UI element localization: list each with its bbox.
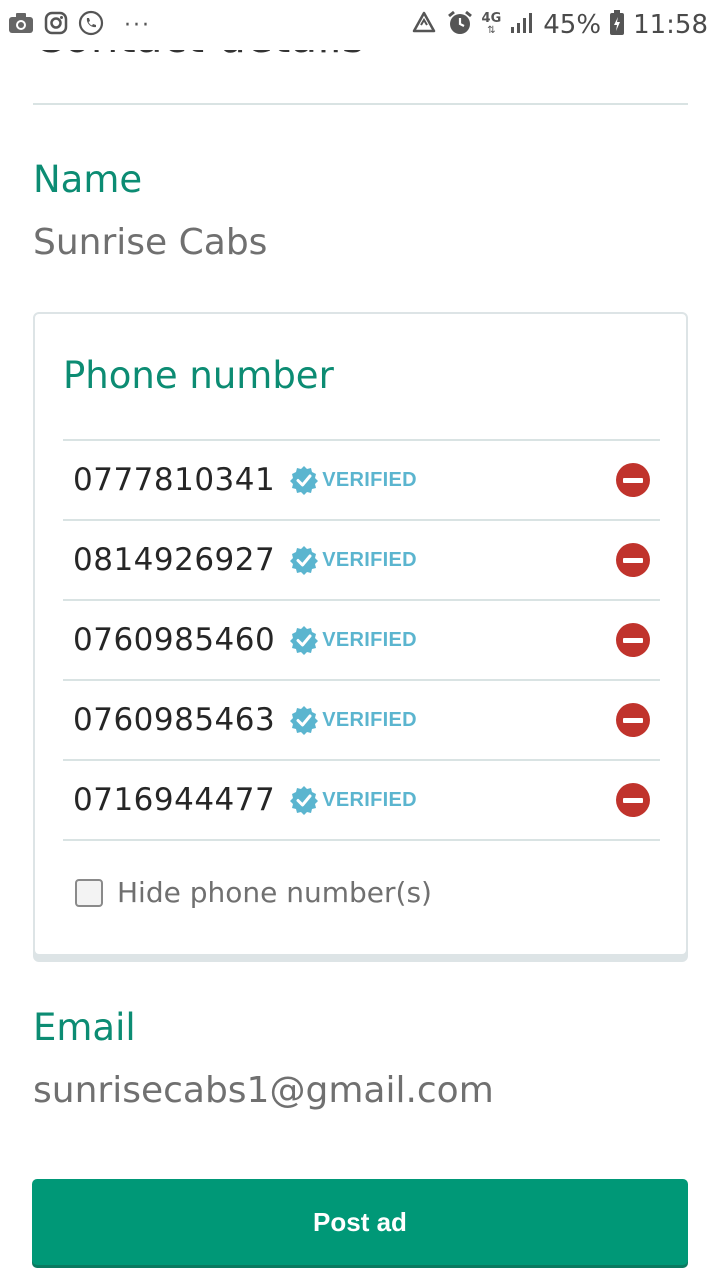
phone-row: 0777810341 VERIFIED xyxy=(63,441,660,521)
minus-icon xyxy=(623,797,643,803)
verified-label: VERIFIED xyxy=(322,628,417,651)
verified-check-icon xyxy=(290,706,319,735)
verified-check-icon xyxy=(290,466,319,495)
name-label: Name xyxy=(33,158,143,201)
verified-label: VERIFIED xyxy=(322,468,417,491)
hide-phone-label: Hide phone number(s) xyxy=(117,876,432,909)
name-value: Sunrise Cabs xyxy=(33,222,268,263)
minus-icon xyxy=(623,717,643,723)
email-label: Email xyxy=(33,1006,136,1049)
verified-badge: VERIFIED xyxy=(289,705,417,735)
status-right-icons: 4G ⇅ 45% 11:58 xyxy=(410,6,708,44)
network-type: 4G ⇅ xyxy=(481,11,502,36)
phone-number-value: 0814926927 xyxy=(73,542,276,578)
verified-check-icon xyxy=(290,546,319,575)
battery-icon xyxy=(609,9,625,41)
clock-time: 11:58 xyxy=(633,10,708,40)
camera-icon xyxy=(8,12,34,39)
alarm-icon xyxy=(446,9,474,42)
phone-row: 0814926927 VERIFIED xyxy=(63,521,660,601)
verified-label: VERIFIED xyxy=(322,548,417,571)
phone-card: Phone number 0777810341 VERIFIED 0814926… xyxy=(33,312,688,956)
phone-number-value: 0777810341 xyxy=(73,462,276,498)
recycle-icon xyxy=(410,11,438,40)
phone-row: 0760985460 VERIFIED xyxy=(63,601,660,681)
hide-phone-option[interactable]: Hide phone number(s) xyxy=(75,876,432,909)
phone-call-icon xyxy=(78,10,104,41)
phone-number-title: Phone number xyxy=(63,354,334,397)
email-value: sunrisecabs1@gmail.com xyxy=(33,1070,494,1111)
signal-icon xyxy=(509,11,535,40)
remove-phone-button[interactable] xyxy=(616,703,650,737)
minus-icon xyxy=(623,557,643,563)
heading-divider xyxy=(33,103,688,105)
phone-number-value: 0760985460 xyxy=(73,622,276,658)
battery-percent: 45% xyxy=(543,10,602,40)
verified-label: VERIFIED xyxy=(322,708,417,731)
phone-row: 0760985463 VERIFIED xyxy=(63,681,660,761)
remove-phone-button[interactable] xyxy=(616,623,650,657)
post-ad-button[interactable]: Post ad xyxy=(32,1179,688,1265)
verified-badge: VERIFIED xyxy=(289,625,417,655)
verified-check-icon xyxy=(290,626,319,655)
phone-row: 0716944477 VERIFIED xyxy=(63,761,660,841)
instagram-icon xyxy=(44,11,68,40)
minus-icon xyxy=(623,637,643,643)
post-ad-label: Post ad xyxy=(313,1206,407,1237)
phone-number-value: 0716944477 xyxy=(73,782,276,818)
verified-badge: VERIFIED xyxy=(289,785,417,815)
verified-label: VERIFIED xyxy=(322,788,417,811)
overflow-dots: ··· xyxy=(124,12,151,38)
verified-badge: VERIFIED xyxy=(289,545,417,575)
status-bar: ··· 4G ⇅ 45% 11:58 xyxy=(0,0,720,50)
verified-badge: VERIFIED xyxy=(289,465,417,495)
remove-phone-button[interactable] xyxy=(616,463,650,497)
hide-phone-checkbox[interactable] xyxy=(75,878,103,907)
verified-check-icon xyxy=(290,786,319,815)
remove-phone-button[interactable] xyxy=(616,543,650,577)
phone-number-value: 0760985463 xyxy=(73,702,276,738)
minus-icon xyxy=(623,477,643,483)
remove-phone-button[interactable] xyxy=(616,783,650,817)
phone-list: 0777810341 VERIFIED 0814926927 VERIFIED … xyxy=(63,439,660,841)
status-left-icons: ··· xyxy=(8,10,151,40)
